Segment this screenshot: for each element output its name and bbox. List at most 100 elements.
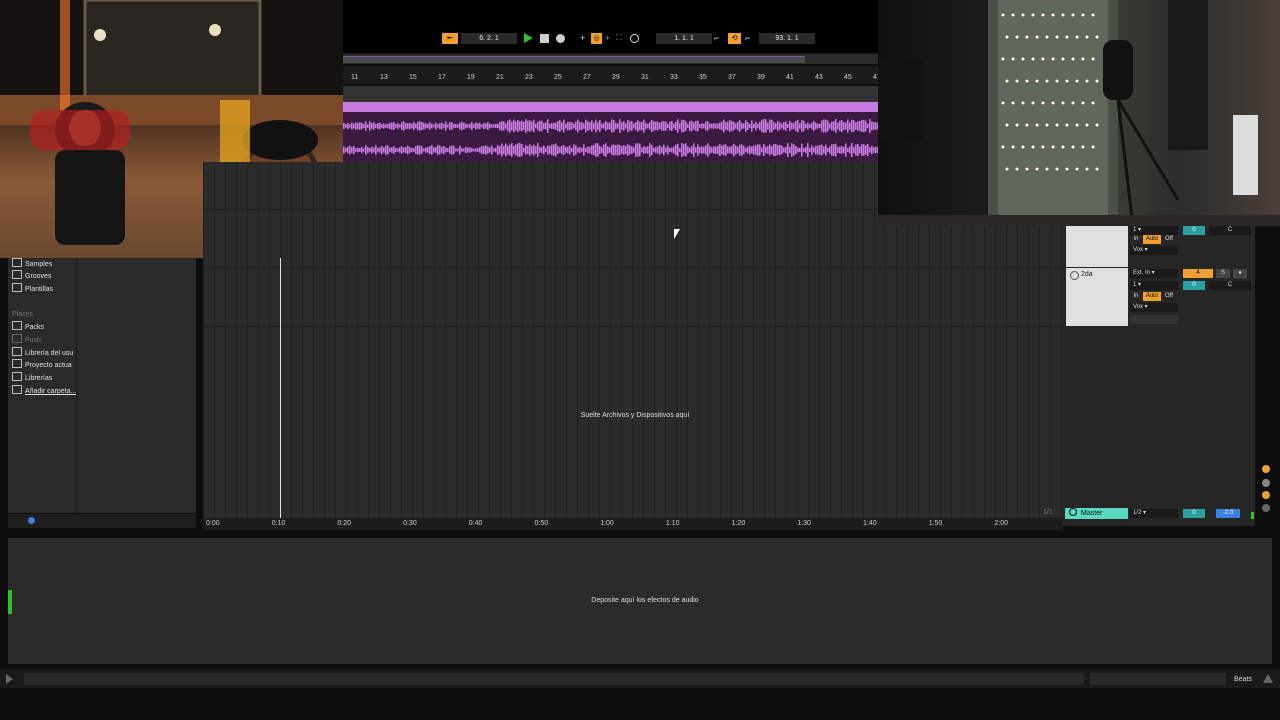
track-1-monitor-auto[interactable]: Auto — [1143, 235, 1161, 244]
track-2-number[interactable]: 4 — [1183, 269, 1213, 278]
master-title[interactable]: Master — [1065, 508, 1128, 519]
arrangement-overview[interactable] — [343, 54, 878, 64]
track-1-monitor-off[interactable]: Off — [1162, 235, 1176, 244]
browser-item-samples[interactable]: Samples — [12, 258, 52, 270]
master-track: Master 1/2 ▾ 0 -2.0 — [1063, 508, 1255, 520]
automation-arm-icon[interactable]: ◎ — [591, 33, 602, 44]
track-1-volume[interactable]: 0 — [1183, 226, 1205, 235]
io-toggle-icon[interactable] — [1262, 465, 1270, 473]
track-2-volume[interactable]: 0 — [1183, 281, 1205, 290]
browser-item-push[interactable]: Push — [12, 334, 41, 346]
sends-toggle-icon[interactable] — [1262, 479, 1270, 487]
track-2-output[interactable]: Vox ▾ — [1130, 303, 1178, 312]
mixer-toggle-icon[interactable] — [1262, 491, 1270, 499]
ruler-bar-label: 33 — [670, 74, 678, 81]
ruler-bar-label: 25 — [554, 74, 562, 81]
song-position[interactable]: 6. 2. 1 — [461, 33, 517, 44]
punch-in-icon[interactable]: ⌐ — [714, 33, 719, 43]
arrangement-record-icon[interactable]: ⇤ — [442, 33, 458, 44]
track-2-input-channel[interactable]: 1 ▾ — [1130, 281, 1178, 290]
track-2-input-type[interactable]: Ext. In ▾ — [1130, 269, 1178, 278]
status-field — [1090, 673, 1226, 685]
master-gain[interactable]: -2.0 — [1216, 509, 1240, 518]
re-enable-automation-icon[interactable]: + — [605, 33, 610, 43]
time-ruler-label: 1:20 — [731, 520, 746, 527]
status-message — [24, 673, 1084, 685]
browser-item-packs[interactable]: Packs — [12, 321, 44, 333]
browser-item-plantillas[interactable]: Plantillas — [12, 283, 53, 295]
time-ruler-label: 0:40 — [468, 520, 483, 527]
browser-item-current-project[interactable]: Proyecto actua — [12, 359, 72, 371]
master-fold-icon[interactable] — [1069, 508, 1077, 516]
track-2-monitor-auto[interactable]: Auto — [1143, 292, 1161, 301]
ruler-bar-label: 21 — [496, 74, 504, 81]
webcam-right — [878, 0, 1280, 226]
time-ruler-label: 1:30 — [797, 520, 811, 527]
track-2-title[interactable]: 2da — [1066, 268, 1128, 326]
time-ruler[interactable]: 0:00 0:10 0:20 0:30 0:40 0:50 1:00 1:10 1:20 1:30… — [203, 518, 1063, 530]
time-ruler-label: 1:40 — [863, 520, 877, 527]
ruler-bar-label: 11 — [351, 74, 359, 81]
packs-icon — [12, 321, 22, 330]
browser-item-user-library[interactable]: Librería del usu — [12, 347, 73, 359]
track-2-output-channel[interactable] — [1130, 315, 1178, 324]
crossfader-toggle-icon[interactable] — [1262, 504, 1270, 512]
track-2-fold-icon[interactable] — [1070, 271, 1079, 280]
transport-bar: ⇤ 6. 2. 1 + ◎ + ⛶ 1. 1. 1 ⌐ ⟲ ⌐ 93. 1. 1 — [343, 0, 878, 52]
time-ruler-label: 0:10 — [271, 520, 286, 527]
browser-item-libraries[interactable]: Librerías — [12, 372, 52, 384]
master-output[interactable]: 1/2 ▾ — [1130, 509, 1178, 518]
punch-out-icon[interactable]: ⌐ — [745, 33, 750, 43]
loop-switch-icon[interactable]: ⟲ — [728, 33, 741, 44]
track-1-monitor-in[interactable]: In — [1131, 235, 1141, 244]
track-2-arm-icon[interactable]: ● — [1233, 269, 1247, 278]
ruler-bar-label: 17 — [438, 74, 446, 81]
ruler-bar-label: 37 — [728, 74, 736, 81]
time-ruler-label: 0:50 — [534, 520, 549, 527]
session-record-icon[interactable] — [630, 34, 639, 43]
loop-length[interactable]: 93. 1. 1 — [759, 33, 815, 44]
track-2-monitor-in[interactable]: In — [1131, 292, 1141, 301]
track-2-pan[interactable]: C — [1209, 281, 1251, 290]
ruler-bar-label: 39 — [757, 74, 765, 81]
track-1-input-channel[interactable]: 1 ▾ — [1130, 226, 1178, 235]
overview-visible-region[interactable] — [343, 56, 805, 63]
expand-icon[interactable] — [6, 674, 13, 684]
beat-time-ruler[interactable]: 11 13 15 17 19 21 23 25 27 29 31 33 35 37 39 41 43 45 47 — [343, 66, 881, 84]
playhead — [280, 258, 281, 518]
capture-midi-icon[interactable]: ⛶ — [616, 33, 622, 43]
beats-label[interactable]: Beats — [1234, 676, 1252, 683]
record-icon[interactable] — [556, 34, 565, 43]
clip-header[interactable] — [343, 102, 878, 112]
grooves-icon — [12, 270, 22, 279]
overdub-icon[interactable]: + — [580, 33, 585, 43]
loop-brace-lane[interactable] — [343, 86, 878, 102]
samples-icon — [12, 258, 22, 267]
loop-start[interactable]: 1. 1. 1 — [656, 33, 712, 44]
preview-icon[interactable] — [28, 517, 35, 524]
play-icon[interactable] — [524, 33, 533, 43]
audio-clip[interactable] — [343, 102, 878, 162]
ruler-bar-label: 45 — [844, 74, 852, 81]
arrangement-drop-hint: Suelte Archivos y Dispositivos aquí — [580, 412, 690, 419]
collapse-icon[interactable] — [1263, 674, 1273, 683]
stop-icon[interactable] — [540, 34, 549, 43]
master-volume[interactable]: 0 — [1183, 509, 1205, 518]
time-ruler-label: 2:00 — [994, 520, 1009, 527]
track-2-solo[interactable]: S — [1216, 269, 1230, 278]
track-separator — [203, 326, 1063, 327]
device-drop-hint: Deposite aquí los efectos de audio — [591, 597, 699, 604]
track-1-output[interactable]: Vox ▾ — [1130, 246, 1178, 255]
track-separator — [203, 267, 1063, 268]
track-2-name: 2da — [1081, 271, 1093, 278]
track-2-monitor-off[interactable]: Off — [1162, 292, 1176, 301]
time-ruler-label: 0:30 — [403, 520, 417, 527]
browser-item-grooves[interactable]: Grooves — [12, 270, 51, 282]
zoom-ratio[interactable]: 1/1 — [1043, 509, 1053, 516]
browser-divider[interactable] — [76, 258, 77, 513]
browser-item-add-folder[interactable]: Añadir carpeta... — [12, 385, 76, 397]
track-1-title[interactable] — [1066, 226, 1128, 267]
track-1-pan[interactable]: C — [1209, 226, 1251, 235]
view-selector — [1262, 465, 1272, 515]
folder-icon — [12, 347, 22, 356]
